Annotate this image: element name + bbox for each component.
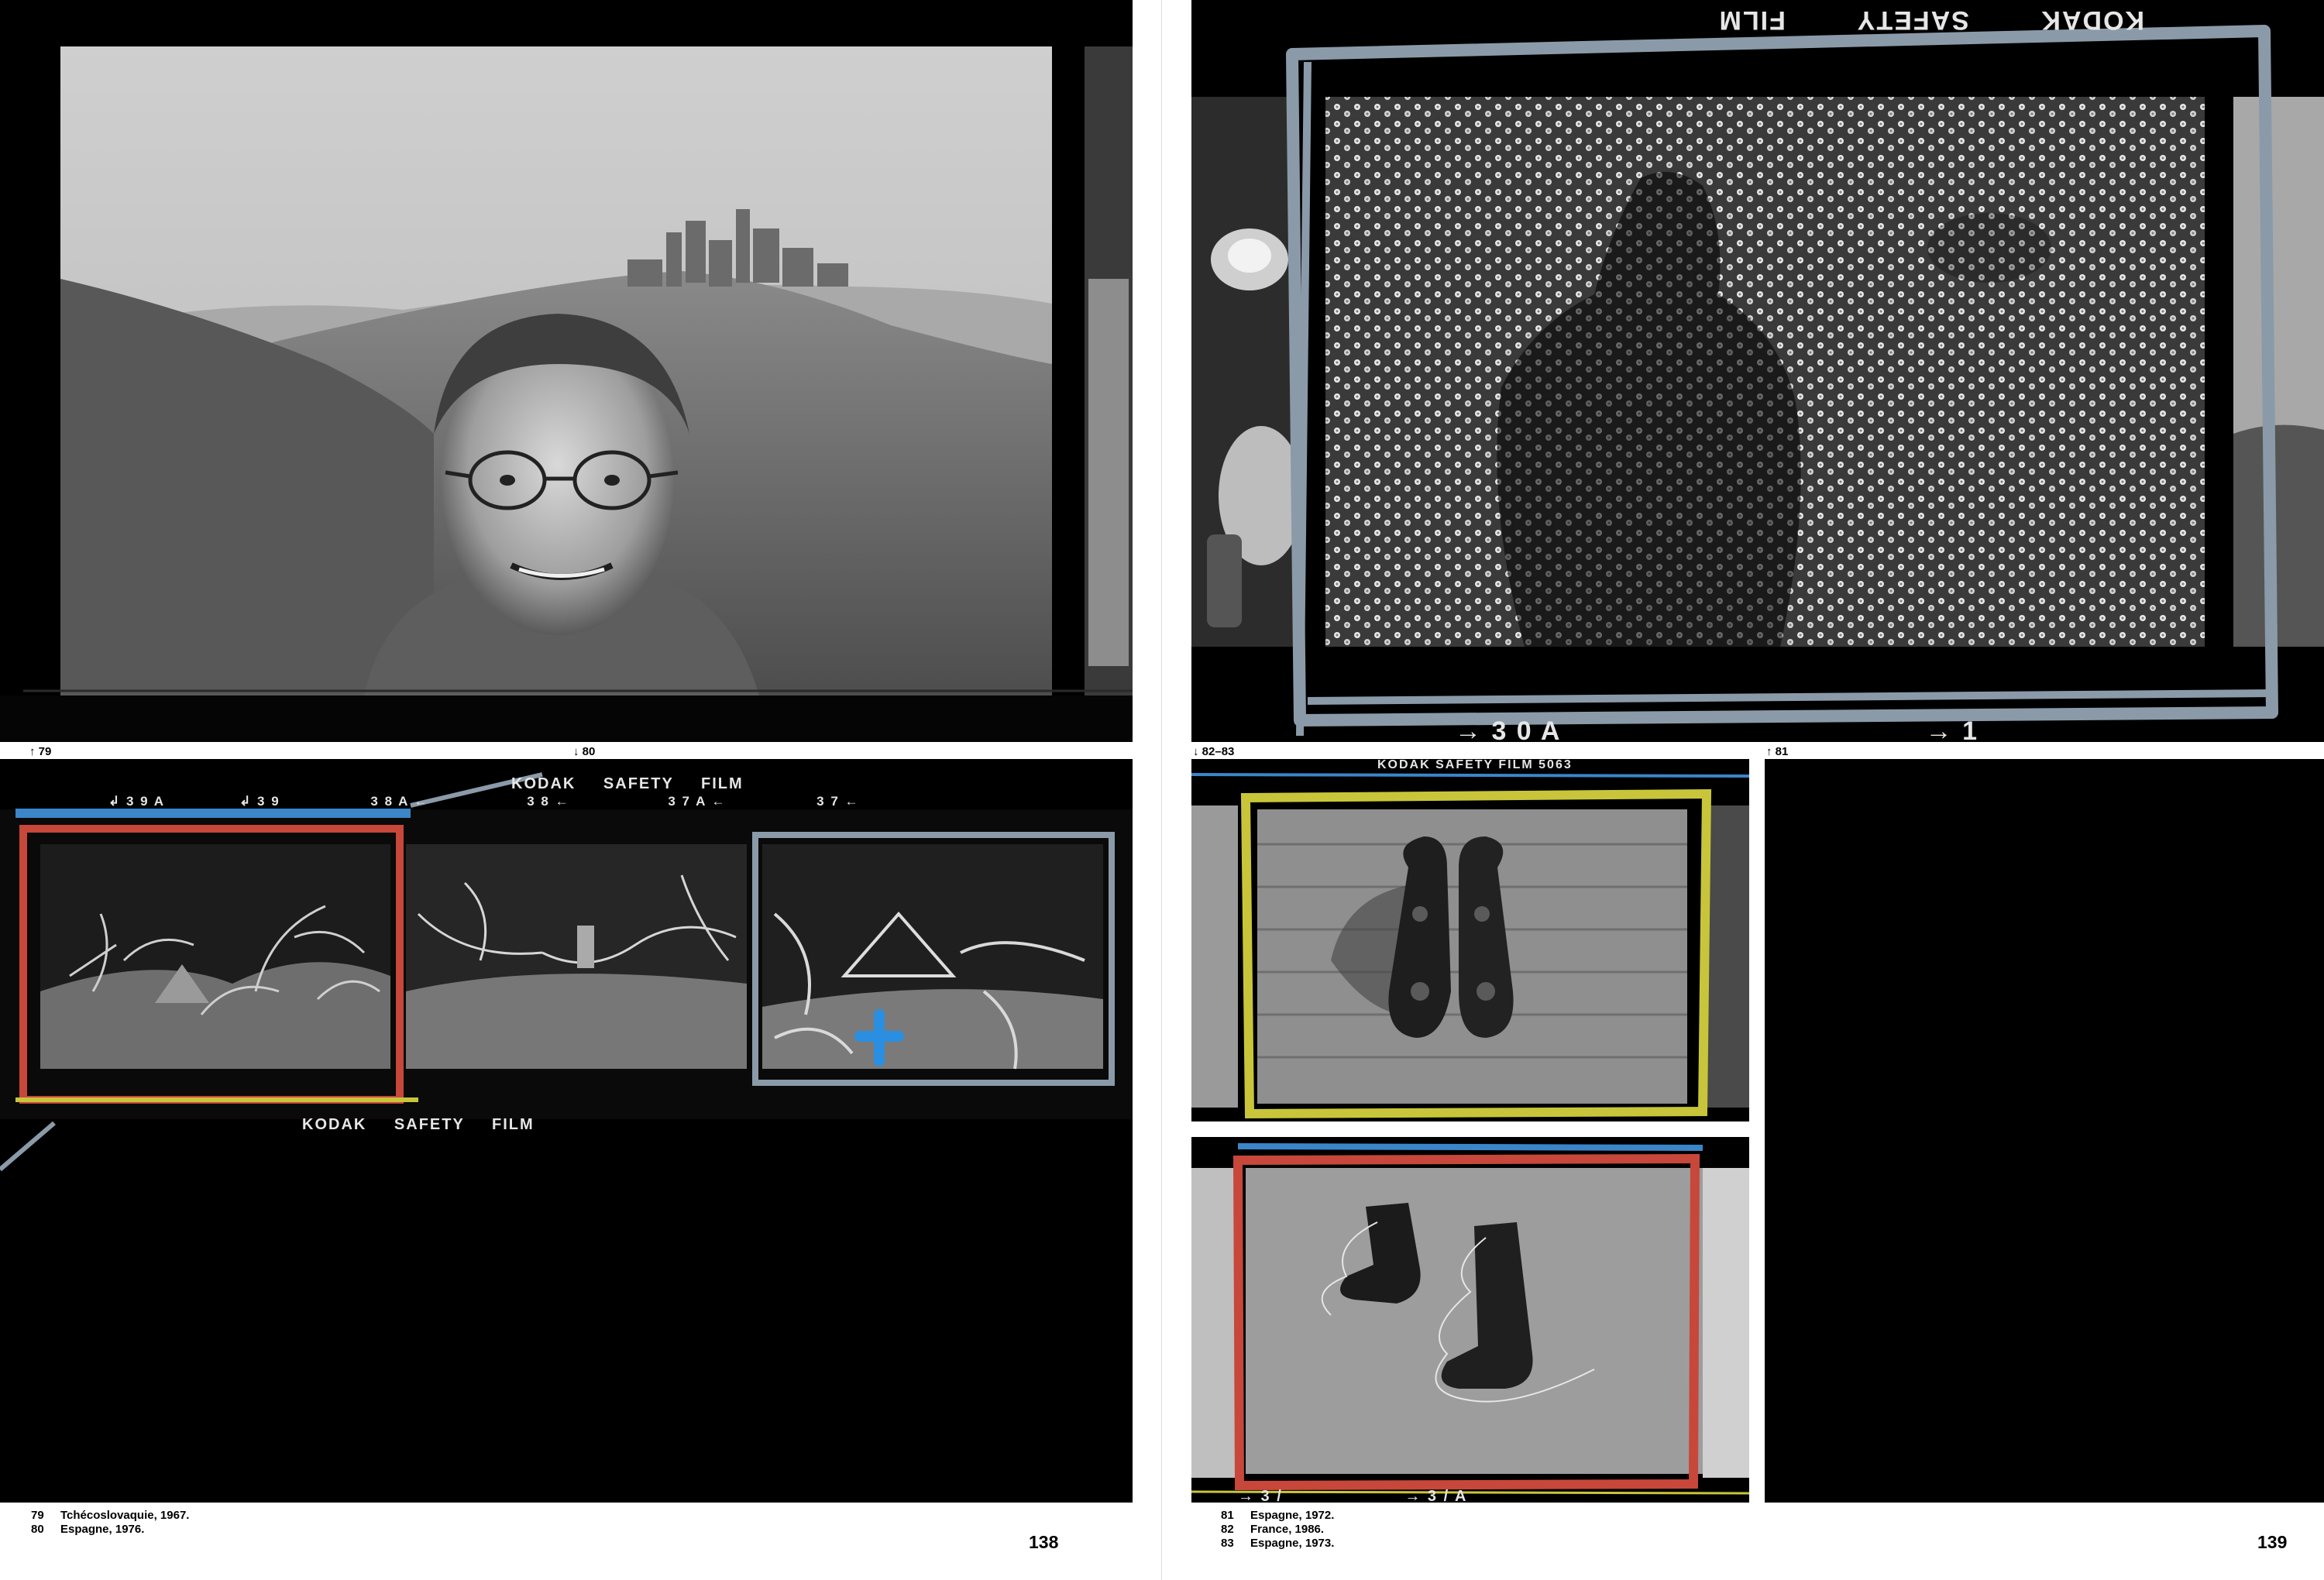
- strip-edge-film: FILM: [701, 775, 744, 792]
- strip-frame-number: 3 8 ←: [527, 794, 569, 809]
- caption-text: Tchécoslovaquie, 1967.: [60, 1509, 190, 1522]
- strip-bottom-safety: SAFETY: [394, 1116, 465, 1133]
- top-edge-safety: SAFETY: [1856, 5, 1969, 35]
- caption-number: 79: [31, 1509, 44, 1522]
- page-number-right: 139: [2257, 1532, 2288, 1552]
- strip2-edge-text: KODAK SAFETY FILM 5063: [1377, 759, 1573, 771]
- strip-edge-safety: SAFETY: [603, 775, 674, 792]
- photo-83-image: → 3 / → 3 / A: [1191, 1137, 1749, 1503]
- svg-text:KODAK SAFETY F: KODAK SAFETY FILM: [302, 1116, 535, 1133]
- right-page: KODAK SAFETY FILM → 3 0 A → 1 ↓ 82–83 ↑ …: [1162, 0, 2324, 1580]
- frame-number: → 3 0 A: [1455, 716, 1560, 742]
- photo-83-contact-frame: → 3 / → 3 / A: [1191, 1137, 1749, 1503]
- photo-80-contact-strip: KODAK SAFETY FILM ↲ 3 9 A ↲ 3 9 3 8 A ← …: [0, 759, 1133, 1503]
- strip-bottom-kodak: KODAK: [302, 1116, 366, 1133]
- strip-frame-number: 3 8 A ←: [370, 794, 428, 809]
- caption-row: 83 Espagne, 1973.: [1221, 1537, 1334, 1551]
- strip-frame-number: ↲ 3 9: [239, 794, 280, 809]
- frame-number: → 1: [1926, 716, 1978, 742]
- caption-number: 83: [1221, 1537, 1234, 1550]
- caption-row: 79 Tchécoslovaquie, 1967.: [31, 1509, 189, 1523]
- caption-row: 80 Espagne, 1976.: [31, 1523, 189, 1537]
- photo-82-contact-frame: KODAK SAFETY FILM 5063: [1191, 759, 1749, 1121]
- photo-82-image: KODAK SAFETY FILM 5063: [1191, 759, 1749, 1121]
- photo-79-contact-frame: [0, 0, 1133, 742]
- marker-80: ↓ 80: [573, 745, 596, 758]
- right-captions: 81 Espagne, 1972. 82 France, 1986. 83 Es…: [1221, 1509, 1334, 1551]
- strip-frame-number: ↲ 3 9 A: [108, 794, 164, 809]
- marker-81: ↑ 81: [1766, 745, 1789, 758]
- top-edge-film: FILM: [1718, 5, 1786, 35]
- page-number-left: 138: [1029, 1532, 1059, 1552]
- marker-82-83: ↓ 82–83: [1193, 745, 1235, 758]
- frame-number: → 3 /: [1238, 1488, 1283, 1503]
- caption-text: Espagne, 1973.: [1250, 1537, 1335, 1550]
- svg-text:KODAK SAFETY: KODAK SAFETY FILM: [1718, 5, 2144, 35]
- photo-81-image: KODAK SAFETY FILM → 3 0 A → 1: [1191, 0, 2324, 742]
- marker-79: ↑ 79: [29, 745, 52, 758]
- strip-edge-kodak: KODAK: [511, 775, 576, 792]
- caption-number: 82: [1221, 1523, 1234, 1536]
- caption-number: 80: [31, 1523, 44, 1536]
- strip-bottom-film: FILM: [492, 1116, 535, 1133]
- left-page: ↑ 79 ↓ 80 KODAK SAFETY FILM ↲ 3 9 A ↲ 3 …: [0, 0, 1162, 1580]
- svg-text:KODAK SAFETY F: KODAK SAFETY FILM: [511, 775, 744, 792]
- strip-frame-number: 3 7 A ←: [668, 794, 726, 809]
- photo-81-contact-frame: KODAK SAFETY FILM → 3 0 A → 1: [1191, 0, 2324, 742]
- caption-row: 82 France, 1986.: [1221, 1523, 1334, 1537]
- strip-frame-number: 3 7 ←: [816, 794, 859, 809]
- top-edge-kodak: KODAK: [2040, 5, 2144, 35]
- caption-row: 81 Espagne, 1972.: [1221, 1509, 1334, 1523]
- caption-text: Espagne, 1972.: [1250, 1509, 1335, 1522]
- frame-number: → 3 / A: [1404, 1488, 1467, 1503]
- caption-text: France, 1986.: [1250, 1523, 1325, 1536]
- caption-number: 81: [1221, 1509, 1234, 1522]
- caption-text: Espagne, 1976.: [60, 1523, 145, 1536]
- left-captions: 79 Tchécoslovaquie, 1967. 80 Espagne, 19…: [31, 1509, 189, 1537]
- photo-79-image: [0, 0, 1133, 742]
- black-area: [1765, 759, 2324, 1503]
- photo-80-image: KODAK SAFETY FILM ↲ 3 9 A ↲ 3 9 3 8 A ← …: [0, 759, 1133, 1503]
